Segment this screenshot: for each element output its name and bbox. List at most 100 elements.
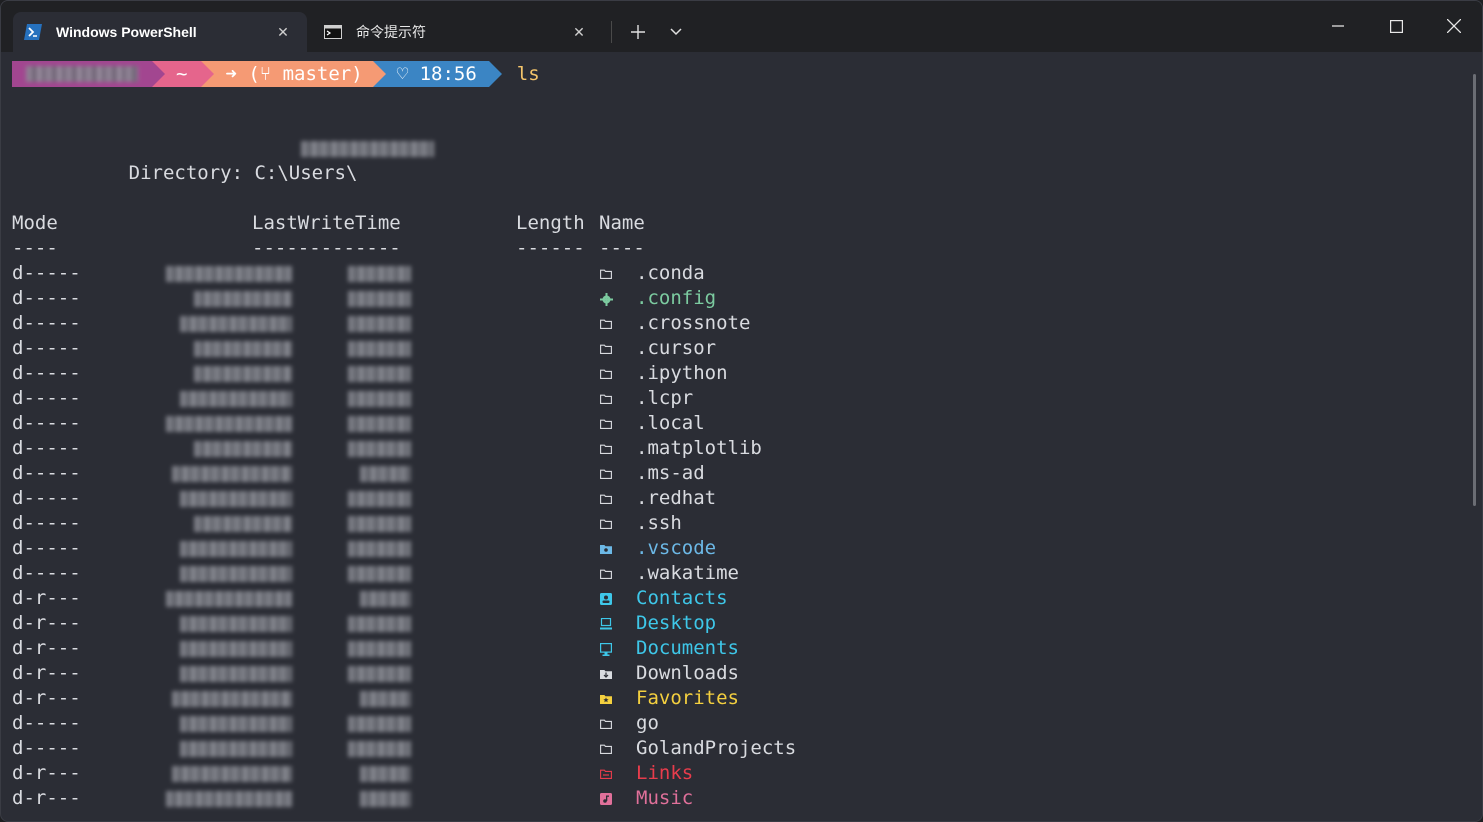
redacted-time xyxy=(360,691,411,707)
downloads-icon xyxy=(599,667,613,681)
title-bar: Windows PowerShell ✕ 命令提示符 ✕ xyxy=(1,1,1482,52)
prompt-time-segment: ♡ 18:56 xyxy=(372,61,502,87)
entry-name[interactable]: go xyxy=(636,711,659,736)
entry-name[interactable]: .conda xyxy=(636,261,705,286)
new-tab-button[interactable] xyxy=(625,19,651,45)
entry-mode: d----- xyxy=(12,312,81,334)
music-icon xyxy=(599,792,613,806)
redacted-time xyxy=(348,616,411,632)
rule-name: ---- xyxy=(599,237,645,259)
entry-mode: d----- xyxy=(12,262,81,284)
entry-name[interactable]: .ipython xyxy=(636,361,728,386)
entry-name[interactable]: .redhat xyxy=(636,486,716,511)
close-icon[interactable]: ✕ xyxy=(569,22,589,42)
redacted-time xyxy=(360,766,411,782)
minimize-button[interactable] xyxy=(1315,11,1361,41)
tab-title: Windows PowerShell xyxy=(56,24,197,40)
entry-name[interactable]: Favorites xyxy=(636,686,739,711)
redacted-time xyxy=(348,266,411,282)
folder-icon xyxy=(599,717,613,731)
prompt-command: ls xyxy=(516,63,540,85)
redacted-time xyxy=(348,316,411,332)
entry-name[interactable]: .matplotlib xyxy=(636,436,762,461)
folder-icon xyxy=(599,342,613,356)
vscode-folder-icon xyxy=(599,542,613,556)
redacted-time xyxy=(348,416,411,432)
redacted-date xyxy=(180,716,292,732)
redacted-date xyxy=(180,391,292,407)
tab-dropdown-button[interactable] xyxy=(663,19,689,45)
entry-name[interactable]: .ssh xyxy=(636,511,682,536)
documents-icon xyxy=(599,642,613,656)
redacted-date xyxy=(166,791,292,807)
entry-mode: d----- xyxy=(12,387,81,409)
entry-name[interactable]: .config xyxy=(636,286,716,311)
entry-name[interactable]: Documents xyxy=(636,636,739,661)
entry-name[interactable]: Downloads xyxy=(636,661,739,686)
scrollbar[interactable] xyxy=(1473,74,1476,506)
entry-name[interactable]: .crossnote xyxy=(636,311,750,336)
gear-icon xyxy=(599,292,613,306)
entry-name[interactable]: Music xyxy=(636,786,693,811)
redacted-time xyxy=(360,466,411,482)
window-close-button[interactable] xyxy=(1431,11,1477,41)
prompt-username-segment xyxy=(12,61,165,87)
powershell-icon xyxy=(24,23,42,41)
redacted-date xyxy=(180,616,292,632)
redacted-date xyxy=(180,566,292,582)
entry-mode: d----- xyxy=(12,462,81,484)
redacted-time xyxy=(348,666,411,682)
redacted-time xyxy=(348,541,411,557)
favorites-icon xyxy=(599,692,613,706)
entry-name[interactable]: .lcpr xyxy=(636,386,693,411)
folder-icon xyxy=(599,467,613,481)
redacted-date xyxy=(194,291,292,307)
prompt: ~ ➜ (⑂ master) ♡ 18:56 ls xyxy=(12,61,540,87)
folder-icon xyxy=(599,392,613,406)
entry-mode: d-r--- xyxy=(12,787,81,809)
minimize-icon xyxy=(1332,25,1344,27)
entry-name[interactable]: .vscode xyxy=(636,536,716,561)
entry-mode: d-r--- xyxy=(12,762,81,784)
close-icon[interactable]: ✕ xyxy=(273,22,293,42)
entry-name[interactable]: Desktop xyxy=(636,611,716,636)
entry-name[interactable]: GolandProjects xyxy=(636,736,796,761)
tab-windows-powershell[interactable]: Windows PowerShell ✕ xyxy=(13,12,307,52)
redacted-time xyxy=(348,291,411,307)
entry-mode: d----- xyxy=(12,712,81,734)
entry-mode: d----- xyxy=(12,562,81,584)
directory-label: Directory: C:\Users\ xyxy=(60,136,434,184)
terminal-window: Windows PowerShell ✕ 命令提示符 ✕ ~ ➜ (⑂ mast… xyxy=(0,0,1483,822)
entry-name[interactable]: .wakatime xyxy=(636,561,739,586)
entry-name[interactable]: .cursor xyxy=(636,336,716,361)
folder-icon xyxy=(599,517,613,531)
redacted-date xyxy=(172,691,292,707)
redacted-date xyxy=(180,741,292,757)
prompt-git-segment: ➜ (⑂ master) xyxy=(201,61,386,87)
redacted-time xyxy=(348,641,411,657)
folder-icon xyxy=(599,417,613,431)
redacted-time xyxy=(348,441,411,457)
entry-mode: d-r--- xyxy=(12,637,81,659)
redacted-time xyxy=(348,566,411,582)
cmd-icon xyxy=(324,23,342,41)
entry-mode: d----- xyxy=(12,737,81,759)
redacted-date xyxy=(172,466,292,482)
header-mode: Mode xyxy=(12,212,58,234)
redacted-time xyxy=(348,516,411,532)
entry-name[interactable]: Contacts xyxy=(636,586,728,611)
tab-command-prompt[interactable]: 命令提示符 ✕ xyxy=(313,12,603,52)
entry-name[interactable]: .local xyxy=(636,411,705,436)
entry-mode: d----- xyxy=(12,512,81,534)
entry-name[interactable]: .ms-ad xyxy=(636,461,705,486)
redacted-time xyxy=(348,741,411,757)
redacted-date xyxy=(180,641,292,657)
entry-name[interactable]: Links xyxy=(636,761,693,786)
terminal-output[interactable]: ~ ➜ (⑂ master) ♡ 18:56 ls Directory: C:\… xyxy=(1,52,1471,821)
entry-mode: d----- xyxy=(12,487,81,509)
redacted-time xyxy=(360,791,411,807)
redacted-date xyxy=(194,516,292,532)
maximize-button[interactable] xyxy=(1373,11,1419,41)
entry-mode: d-r--- xyxy=(12,587,81,609)
maximize-icon xyxy=(1389,19,1403,33)
